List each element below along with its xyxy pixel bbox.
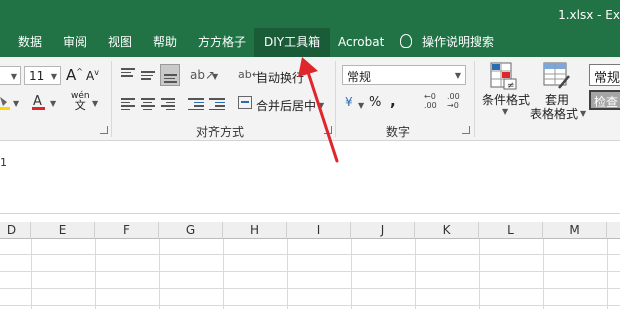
annotation-arrow-head bbox=[298, 57, 318, 77]
annotation-arrow-shaft bbox=[306, 70, 339, 163]
annotation-arrow-overlay bbox=[298, 57, 339, 163]
excel-window: 1.xlsx - Ex 数据 审阅 视图 帮助 方方格子 DIY工具箱 Acro… bbox=[0, 0, 620, 309]
